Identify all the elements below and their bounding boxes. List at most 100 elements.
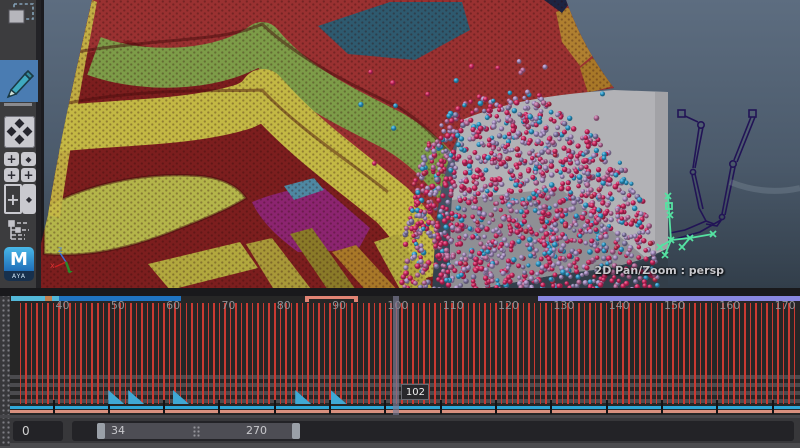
particle (458, 198, 463, 203)
quick-layout-toolbar: M AYA (0, 0, 41, 288)
particle (445, 133, 451, 139)
particle (470, 111, 474, 115)
particle (484, 267, 489, 272)
current-time-indicator[interactable] (393, 296, 399, 415)
four-view-layout-button[interactable] (4, 116, 35, 148)
particle (418, 259, 424, 265)
particle (481, 212, 487, 218)
keyframe-tick (788, 303, 790, 404)
pencil-tool-button[interactable] (0, 60, 38, 102)
keyframe-tick (611, 303, 613, 404)
particle (508, 91, 513, 96)
single-pane-layout-button[interactable] (4, 152, 19, 166)
particle (448, 264, 454, 270)
particle (449, 153, 454, 158)
particle (604, 245, 609, 250)
particle (475, 155, 481, 161)
particle (528, 253, 533, 258)
particle (613, 172, 618, 177)
frame-number-label: 40 (56, 299, 70, 312)
particle (578, 228, 582, 232)
particle (622, 191, 626, 195)
particle (528, 227, 532, 231)
particle (551, 236, 557, 242)
range-end-handle[interactable] (292, 423, 300, 439)
particle (584, 150, 589, 155)
keyframe-tick (479, 303, 481, 404)
keyframe-tick (705, 303, 707, 404)
particle (474, 108, 479, 113)
particle (568, 154, 574, 160)
particle (495, 114, 500, 119)
particle (596, 208, 601, 213)
maya-logo-icon[interactable]: M AYA (4, 247, 34, 281)
split-pane-diamond-button[interactable] (22, 184, 36, 214)
particle (478, 241, 483, 246)
particle (577, 174, 583, 180)
particle (436, 236, 441, 241)
range-slider-track[interactable]: 34 270 (72, 421, 794, 441)
frame-number-label: 60 (166, 299, 180, 312)
particle (553, 203, 558, 208)
outliner-icon[interactable] (5, 218, 33, 246)
particle (416, 172, 421, 177)
particle (624, 222, 628, 226)
keyframe-tick (363, 303, 365, 404)
particle (480, 141, 485, 146)
particle (439, 136, 444, 141)
pane-layout-button[interactable] (4, 168, 19, 182)
keyframe-tick (241, 303, 243, 404)
particle (518, 70, 523, 75)
particle (543, 165, 549, 171)
keyframe-tick (584, 303, 586, 404)
particle (372, 161, 377, 166)
particle (637, 220, 642, 225)
perspective-viewport[interactable]: z x (0, 0, 800, 293)
marquee-select-icon[interactable] (6, 2, 36, 28)
keyframe-tick (744, 303, 746, 404)
time-slider[interactable]: 405060708090100110120130140150160170102 (10, 296, 800, 415)
particle (415, 200, 421, 206)
frame-number-label: 80 (277, 299, 291, 312)
keyframe-tick (180, 303, 182, 404)
keyframe-tick (755, 303, 757, 404)
particle (637, 245, 641, 249)
range-slider-grip[interactable] (0, 418, 10, 446)
particle (497, 118, 501, 122)
particle (449, 238, 454, 243)
keyframe-tick (69, 303, 71, 404)
particle (549, 117, 554, 122)
split-pane-plus-button[interactable] (4, 184, 22, 214)
range-slider-row: 0 34 270 (0, 415, 800, 448)
particle (525, 243, 530, 248)
keyframe-tick (578, 303, 580, 404)
particle (593, 134, 599, 140)
time-slider-grip[interactable] (0, 296, 10, 415)
particle (563, 223, 568, 228)
particle (598, 282, 603, 287)
particle (506, 105, 511, 110)
particle (555, 169, 559, 173)
pane-layout-button-2[interactable] (21, 168, 36, 182)
keyframe-tick (501, 303, 503, 404)
playback-range[interactable]: 34 270 (97, 423, 300, 439)
particle (446, 282, 452, 288)
particle (596, 217, 602, 223)
keyframe-tick (20, 303, 22, 404)
particle (456, 205, 461, 210)
particle (585, 171, 590, 176)
pane-diamond-layout-button[interactable] (21, 152, 36, 166)
particle (489, 263, 495, 269)
particle (457, 250, 462, 255)
timeline-bookmark[interactable] (45, 296, 52, 301)
keyframe-tick (346, 303, 348, 404)
keyframe-tick (717, 303, 719, 404)
particle (585, 182, 591, 188)
particle (592, 141, 598, 147)
frame-number-label: 170 (775, 299, 796, 312)
animation-start-field[interactable]: 0 (13, 421, 63, 441)
particle (468, 253, 474, 259)
range-start-handle[interactable] (97, 423, 105, 439)
range-center-grip[interactable] (193, 426, 201, 437)
keyframe-tick (374, 303, 376, 404)
